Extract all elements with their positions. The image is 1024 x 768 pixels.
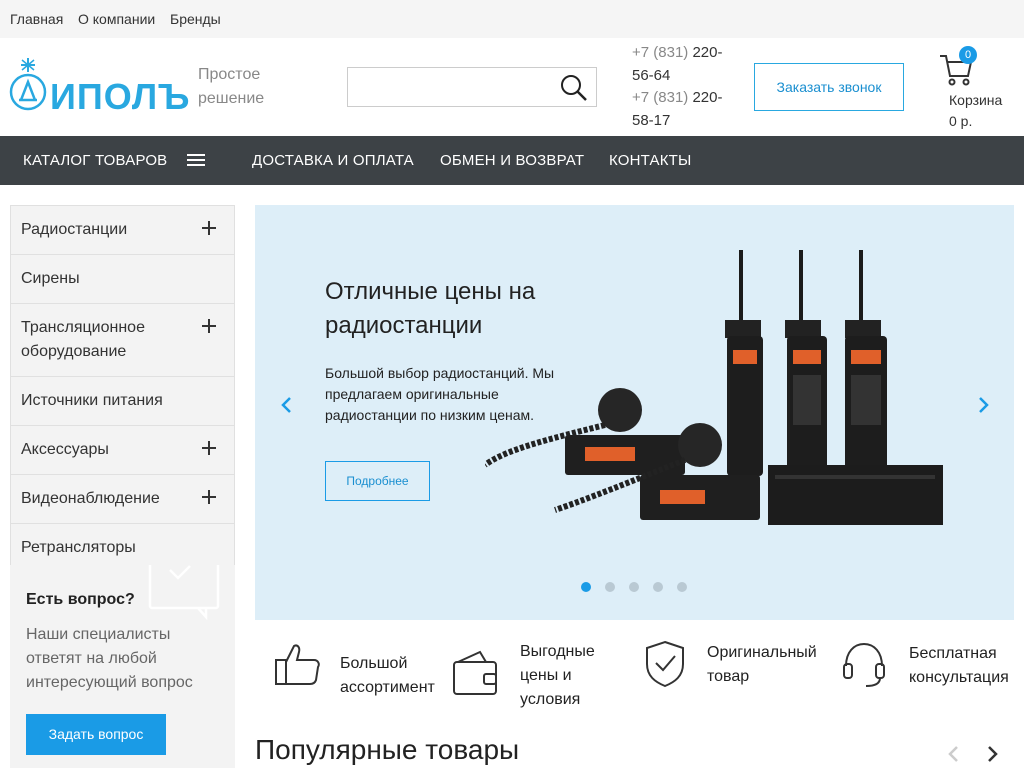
thumbs-up-icon	[275, 644, 320, 685]
feature-original: Оригинальный товар	[643, 640, 823, 710]
catalog-item-broadcast[interactable]: Трансляционное оборудование	[11, 304, 234, 377]
slogan: Простое решение	[198, 63, 288, 111]
nav-contacts[interactable]: КОНТАКТЫ	[609, 152, 692, 169]
catalog-item-power[interactable]: Источники питания	[11, 377, 234, 426]
catalog-item-label: Трансляционное оборудование	[21, 319, 145, 360]
cart-count-badge: 0	[959, 46, 977, 64]
slider-dot[interactable]	[653, 582, 663, 592]
slider-dot[interactable]	[581, 582, 591, 592]
catalog-item-label: Ретрансляторы	[21, 539, 136, 556]
logo-antenna-icon	[9, 58, 47, 111]
wallet-icon	[453, 650, 497, 695]
site-header: ИПОЛЪ Простое решение +7 (831) 220- 56-6…	[0, 38, 1024, 136]
slider-dots	[581, 579, 701, 592]
menu-icon[interactable]	[187, 154, 205, 166]
feature-prices: Выгодные цены и условия	[450, 640, 620, 710]
top-bar: Главная О компании Бренды	[0, 0, 1024, 38]
question-title: Есть вопрос?	[26, 591, 135, 608]
catalog-item-label: Сирены	[21, 270, 80, 287]
nav-catalog[interactable]: КАТАЛОГ ТОВАРОВ	[23, 152, 167, 169]
slogan-line: Простое	[198, 66, 261, 83]
catalog-item-label: Аксессуары	[21, 441, 109, 458]
catalog-item-label: Видеонаблюдение	[21, 490, 160, 507]
phone-1[interactable]: +7 (831) 220- 56-64	[632, 42, 732, 87]
chevron-right-icon[interactable]	[982, 744, 1002, 764]
feature-text: Бесплатная консультация	[909, 645, 1009, 686]
hero-banner: Отличные цены на радиостанции Большой вы…	[255, 205, 1014, 620]
catalog-item-label: Радиостанции	[21, 221, 128, 238]
phone-part: 58-17	[632, 111, 671, 129]
chevron-left-icon[interactable]	[944, 744, 964, 764]
catalog-item-label: Источники питания	[21, 392, 163, 409]
feature-assortment: Большой ассортимент	[272, 640, 442, 710]
phone-prefix: +7 (831)	[632, 89, 689, 106]
slider-dot[interactable]	[605, 582, 615, 592]
phone-part: 220-	[692, 44, 723, 61]
nav-exchange[interactable]: ОБМЕН И ВОЗВРАТ	[440, 152, 584, 169]
expand-plus-icon[interactable]	[202, 490, 216, 504]
cart-label-text: Корзина	[949, 92, 1003, 108]
slogan-line: решение	[198, 90, 265, 107]
logo[interactable]: ИПОЛЪ	[8, 56, 189, 117]
slider-dot[interactable]	[629, 582, 639, 592]
handheld-radio-1	[725, 250, 763, 476]
catalog-item-radiostations[interactable]: Радиостанции	[11, 206, 234, 255]
phone-prefix: +7 (831)	[632, 44, 689, 61]
feature-text: Выгодные цены и условия	[520, 643, 595, 708]
feature-text: Оригинальный товар	[707, 644, 817, 685]
handheld-radio-3	[845, 250, 887, 476]
expand-plus-icon[interactable]	[202, 221, 216, 235]
popular-products-title: Популярные товары	[255, 734, 520, 765]
phone-numbers: +7 (831) 220- 56-64 +7 (831) 220- 58-17	[632, 42, 732, 132]
question-box: Есть вопрос? Наши специалисты ответят на…	[10, 565, 235, 768]
slider-dot[interactable]	[677, 582, 687, 592]
cart[interactable]: 0 Корзина 0 р.	[936, 46, 1016, 129]
logo-text: ИПОЛЪ	[50, 76, 191, 117]
catalog-item-sirens[interactable]: Сирены	[11, 255, 234, 304]
phone-part: 220-	[692, 89, 723, 106]
catalog-sidebar: Радиостанции Сирены Трансляционное обору…	[10, 205, 235, 573]
shield-check-icon	[646, 640, 684, 688]
chevron-left-icon[interactable]	[277, 395, 297, 415]
main-nav: КАТАЛОГ ТОВАРОВ ДОСТАВКА И ОПЛАТА ОБМЕН …	[0, 136, 1024, 185]
topnav-brands-link[interactable]: Бренды	[170, 11, 221, 27]
nav-delivery[interactable]: ДОСТАВКА И ОПЛАТА	[252, 152, 414, 169]
chat-check-icon	[148, 565, 220, 620]
cart-label: Корзина 0 р.	[949, 90, 1002, 132]
cart-total: 0 р.	[949, 113, 973, 129]
phone-part: 56-64	[632, 66, 671, 84]
question-text: Наши специалисты ответят на любой интере…	[26, 626, 193, 691]
chevron-right-icon[interactable]	[973, 395, 993, 415]
topnav-home-link[interactable]: Главная	[10, 11, 63, 27]
feature-text: Большой ассортимент	[340, 655, 435, 696]
radio-stations-image	[485, 250, 943, 525]
repeater-unit	[768, 465, 943, 525]
search-box	[347, 67, 597, 107]
mobile-radio-2	[640, 475, 760, 520]
catalog-item-cctv[interactable]: Видеонаблюдение	[11, 475, 234, 524]
expand-plus-icon[interactable]	[202, 319, 216, 333]
search-input[interactable]	[348, 68, 548, 106]
expand-plus-icon[interactable]	[202, 441, 216, 455]
search-icon[interactable]	[560, 74, 588, 102]
handheld-radio-2	[785, 250, 827, 476]
phone-2[interactable]: +7 (831) 220- 58-17	[632, 87, 732, 132]
catalog-item-accessories[interactable]: Аксессуары	[11, 426, 234, 475]
topnav-about-link[interactable]: О компании	[78, 11, 155, 27]
callback-button[interactable]: Заказать звонок	[754, 63, 904, 111]
banner-more-button[interactable]: Подробнее	[325, 461, 430, 501]
ask-question-button[interactable]: Задать вопрос	[26, 714, 166, 755]
feature-consultation: Бесплатная консультация	[840, 640, 1020, 710]
headset-icon	[843, 642, 885, 687]
